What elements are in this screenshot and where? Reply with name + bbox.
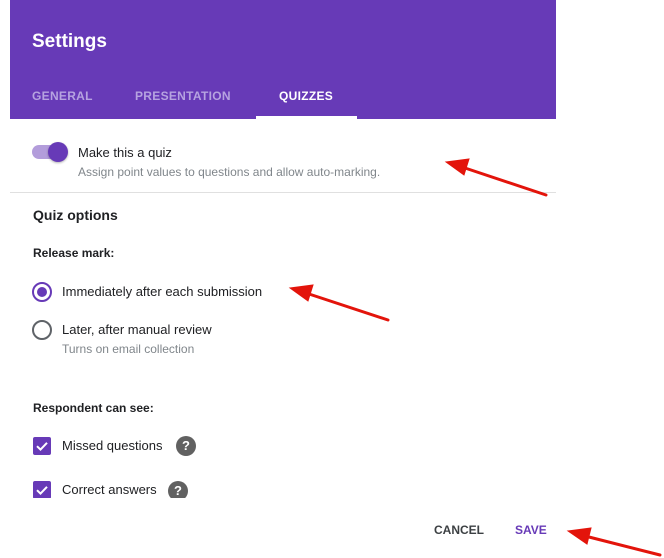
correct-answers-label: Correct answers xyxy=(62,482,157,497)
check-icon xyxy=(36,442,48,452)
release-mark-label: Release mark: xyxy=(33,246,115,260)
radio-selected-dot xyxy=(37,287,47,297)
missed-questions-help-icon[interactable]: ? xyxy=(176,436,196,456)
radio-later[interactable] xyxy=(32,320,52,340)
cancel-button[interactable]: CANCEL xyxy=(434,523,484,537)
option-immediately-label: Immediately after each submission xyxy=(62,284,263,299)
option-later-label: Later, after manual review xyxy=(62,322,212,337)
tab-presentation[interactable]: PRESENTATION xyxy=(135,89,231,103)
tab-quizzes[interactable]: QUIZZES xyxy=(279,89,333,103)
respondent-can-see-label: Respondent can see: xyxy=(33,401,154,415)
missed-questions-checkbox[interactable] xyxy=(33,437,51,455)
settings-header: Settings GENERAL PRESENTATION QUIZZES xyxy=(10,0,556,119)
annotation-arrow-save xyxy=(583,534,662,557)
divider xyxy=(10,192,556,193)
annotation-arrowhead-save xyxy=(566,527,592,545)
correct-answers-checkbox[interactable] xyxy=(33,481,51,499)
make-quiz-toggle[interactable] xyxy=(32,142,68,162)
missed-questions-label: Missed questions xyxy=(62,438,163,453)
scroll-fade-overlay xyxy=(10,498,556,512)
save-button[interactable]: SAVE xyxy=(515,523,547,537)
toggle-thumb xyxy=(48,142,68,162)
active-tab-indicator xyxy=(256,116,357,119)
radio-immediately[interactable] xyxy=(32,282,52,302)
tab-general[interactable]: GENERAL xyxy=(32,89,93,103)
make-quiz-description: Assign point values to questions and all… xyxy=(78,165,381,179)
check-icon xyxy=(36,486,48,496)
settings-dialog: Settings GENERAL PRESENTATION QUIZZES Ma… xyxy=(0,0,556,558)
quiz-options-title: Quiz options xyxy=(33,207,118,223)
make-quiz-label: Make this a quiz xyxy=(78,145,172,160)
dialog-title: Settings xyxy=(32,31,107,52)
option-later-description: Turns on email collection xyxy=(62,342,195,356)
